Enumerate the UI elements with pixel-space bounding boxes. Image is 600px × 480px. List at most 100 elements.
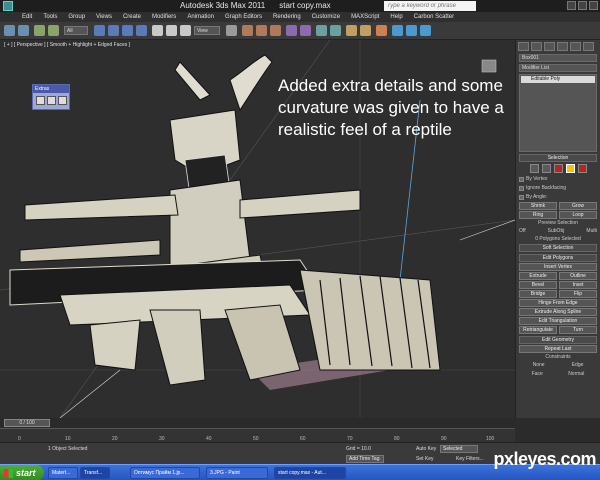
constraint-none-radio[interactable]: None — [533, 362, 545, 368]
select-object-icon[interactable] — [94, 25, 105, 36]
taskbar-item[interactable]: Оптимус Прайм 1.jp... — [130, 467, 200, 479]
selection-rollout[interactable]: Selection — [519, 154, 597, 162]
taskbar-item[interactable]: 3.JPG - Paint — [206, 467, 268, 479]
bridge-button[interactable]: Bridge — [519, 290, 557, 298]
modifier-stack[interactable]: Editable Poly — [519, 74, 597, 152]
viewport-label[interactable]: [ + ] [ Perspective ] [ Smooth + Highlig… — [4, 42, 130, 48]
close-button[interactable] — [589, 1, 598, 10]
inset-button[interactable]: Inset — [559, 281, 597, 289]
add-time-tag-button[interactable]: Add Time Tag — [346, 455, 384, 463]
bevel-button[interactable]: Bevel — [519, 281, 557, 289]
mirror-icon[interactable] — [286, 25, 297, 36]
percent-snap-icon[interactable] — [270, 25, 281, 36]
extrude-button[interactable]: Extrude — [519, 272, 557, 280]
taskbar-item[interactable]: start copy.max - Aut... — [274, 467, 346, 479]
menu-graph-editors[interactable]: Graph Editors — [225, 12, 262, 22]
ignore-backfacing-option[interactable]: Ignore Backfacing — [519, 184, 597, 192]
app-logo-icon[interactable] — [3, 1, 13, 11]
edge-mode-icon[interactable] — [541, 164, 551, 173]
menu-maxscript[interactable]: MAXScript — [351, 12, 379, 22]
time-slider[interactable]: 0 / 100 — [4, 419, 50, 427]
scale-icon[interactable] — [180, 25, 191, 36]
taskbar-item[interactable]: Transf... — [80, 467, 110, 479]
menu-tools[interactable]: Tools — [43, 12, 57, 22]
key-mode-dropdown[interactable]: Selected — [440, 445, 478, 453]
polygon-mode-icon[interactable] — [565, 164, 575, 173]
render-production-icon[interactable] — [420, 25, 431, 36]
track-bar[interactable]: 0 10 20 30 40 50 60 70 80 90 100 — [0, 428, 515, 442]
maximize-button[interactable] — [578, 1, 587, 10]
rendered-frame-icon[interactable] — [406, 25, 417, 36]
snapshot-icon[interactable] — [47, 96, 56, 105]
region-select-icon[interactable] — [122, 25, 133, 36]
select-by-name-icon[interactable] — [108, 25, 119, 36]
ignore-backfacing-checkbox[interactable] — [519, 185, 524, 191]
redo-icon[interactable] — [18, 25, 29, 36]
reference-coord-dropdown[interactable]: View — [194, 26, 220, 35]
start-button[interactable]: start — [0, 465, 44, 480]
schematic-view-icon[interactable] — [360, 25, 371, 36]
menu-edit[interactable]: Edit — [22, 12, 32, 22]
move-icon[interactable] — [152, 25, 163, 36]
link-icon[interactable] — [34, 25, 45, 36]
extrude-along-spline-button[interactable]: Extrude Along Spline — [519, 308, 597, 316]
flip-button[interactable]: Flip — [559, 290, 597, 298]
ring-button[interactable]: Ring — [519, 211, 557, 219]
preview-subobj-radio[interactable]: SubObj — [548, 228, 565, 234]
constraint-normal-radio[interactable]: Normal — [568, 371, 584, 377]
perspective-viewport[interactable]: [ + ] [ Perspective ] [ Smooth + Highlig… — [0, 40, 515, 418]
extras-toolbar[interactable]: Extras — [32, 84, 70, 110]
edit-triangulation-button[interactable]: Edit Triangulation — [519, 317, 597, 325]
key-filters-button[interactable]: Key Filters... — [456, 456, 484, 462]
retriangulate-button[interactable]: Retriangulate — [519, 326, 557, 334]
insert-vertex-button[interactable]: Insert Vertex — [519, 263, 597, 271]
create-tab-icon[interactable] — [518, 42, 529, 51]
menu-carbon-scatter[interactable]: Carbon Scatter — [414, 12, 454, 22]
hierarchy-tab-icon[interactable] — [544, 42, 555, 51]
preview-off-radio[interactable]: Off — [519, 228, 526, 234]
menu-help[interactable]: Help — [390, 12, 402, 22]
stack-item-editable-poly[interactable]: Editable Poly — [521, 76, 595, 83]
auto-key-button[interactable]: Auto Key — [416, 446, 436, 452]
utilities-tab-icon[interactable] — [583, 42, 594, 51]
shrink-button[interactable]: Shrink — [519, 202, 557, 210]
element-mode-icon[interactable] — [577, 164, 587, 173]
angle-snap-icon[interactable] — [256, 25, 267, 36]
menu-group[interactable]: Group — [68, 12, 85, 22]
graphite-ribbon-icon[interactable] — [330, 25, 341, 36]
edit-polygons-rollout[interactable]: Edit Polygons — [519, 254, 597, 262]
align-icon[interactable] — [300, 25, 311, 36]
help-search-input[interactable] — [384, 1, 476, 11]
material-editor-icon[interactable] — [376, 25, 387, 36]
layer-manager-icon[interactable] — [316, 25, 327, 36]
edit-geometry-rollout[interactable]: Edit Geometry — [519, 336, 597, 344]
by-vertex-checkbox[interactable] — [519, 176, 524, 182]
window-crossing-icon[interactable] — [136, 25, 147, 36]
snap-toggle-icon[interactable] — [242, 25, 253, 36]
selection-filter-dropdown[interactable]: All — [64, 26, 88, 35]
unlink-icon[interactable] — [48, 25, 59, 36]
menu-rendering[interactable]: Rendering — [273, 12, 301, 22]
by-angle-option[interactable]: By Angle: — [519, 193, 597, 201]
object-name-field[interactable]: Box001 — [519, 54, 597, 62]
modifier-list-dropdown[interactable]: Modifier List — [519, 64, 597, 72]
curve-editor-icon[interactable] — [346, 25, 357, 36]
menu-create[interactable]: Create — [123, 12, 141, 22]
hinge-from-edge-button[interactable]: Hinge From Edge — [519, 299, 597, 307]
motion-tab-icon[interactable] — [557, 42, 568, 51]
modify-tab-icon[interactable] — [531, 42, 542, 51]
render-setup-icon[interactable] — [392, 25, 403, 36]
loop-button[interactable]: Loop — [559, 211, 597, 219]
minimize-button[interactable] — [567, 1, 576, 10]
set-key-button[interactable]: Set Key — [416, 456, 434, 462]
by-angle-checkbox[interactable] — [519, 194, 524, 200]
grow-button[interactable]: Grow — [559, 202, 597, 210]
rotate-icon[interactable] — [166, 25, 177, 36]
undo-icon[interactable] — [4, 25, 15, 36]
by-vertex-option[interactable]: By Vertex — [519, 175, 597, 183]
menu-customize[interactable]: Customize — [312, 12, 340, 22]
spacing-tool-icon[interactable] — [58, 96, 67, 105]
repeat-last-button[interactable]: Repeat Last — [519, 345, 597, 353]
display-tab-icon[interactable] — [570, 42, 581, 51]
outline-button[interactable]: Outline — [559, 272, 597, 280]
